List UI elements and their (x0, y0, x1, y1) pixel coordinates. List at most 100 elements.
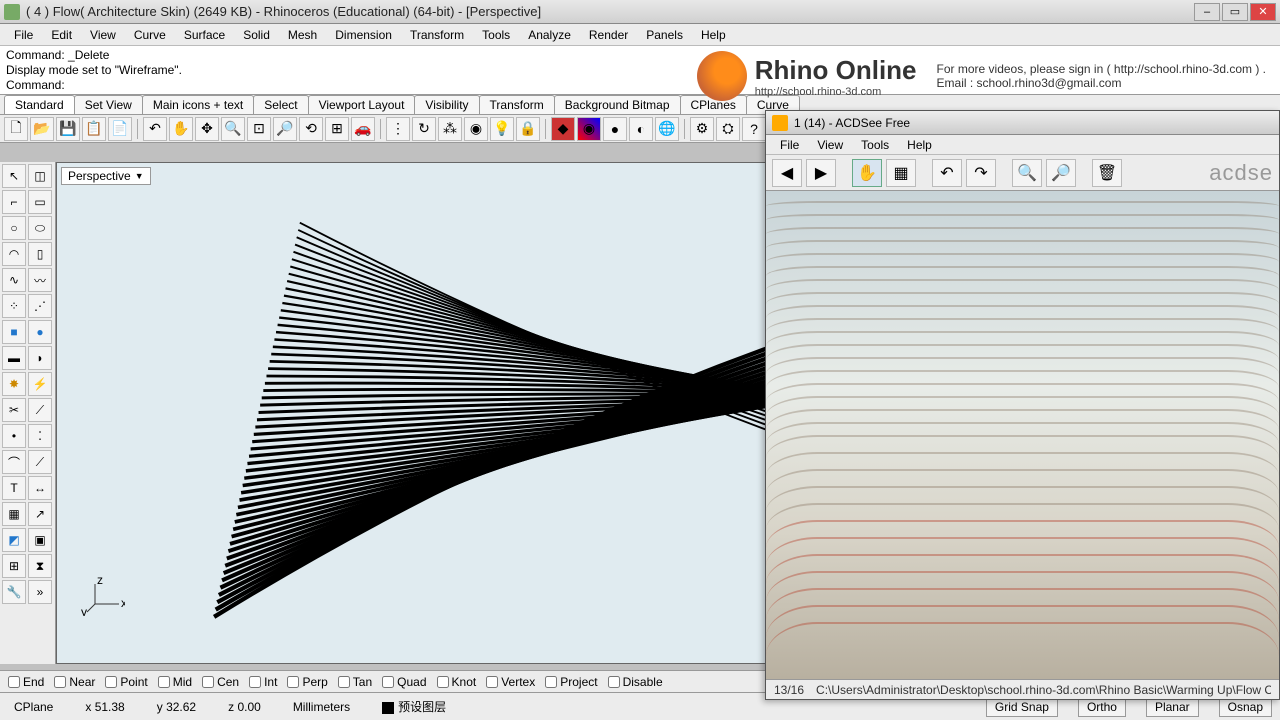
lock-icon[interactable]: 🔒 (516, 117, 540, 141)
save-icon[interactable]: 💾 (56, 117, 80, 141)
trim-icon[interactable]: ✂ (2, 398, 26, 422)
options-icon[interactable]: ⛭ (716, 117, 740, 141)
tab-standard[interactable]: Standard (4, 95, 75, 114)
close-button[interactable]: ✕ (1250, 3, 1276, 21)
osnap-project[interactable]: Project (545, 675, 597, 689)
zoom-out-icon[interactable]: 🔎 (1046, 159, 1076, 187)
menu-tools[interactable]: Tools (474, 26, 518, 44)
arc-icon[interactable]: ◠ (2, 242, 26, 266)
leader-icon[interactable]: ↗ (28, 502, 52, 526)
menu-solid[interactable]: Solid (235, 26, 278, 44)
tab-set-view[interactable]: Set View (74, 95, 143, 114)
delete-image-icon[interactable]: 🗑 (1092, 159, 1122, 187)
render-icon[interactable]: ◐ (629, 117, 653, 141)
chamfer-icon[interactable]: ⟋ (28, 450, 52, 474)
osnap-disable[interactable]: Disable (608, 675, 663, 689)
solid-box-icon[interactable]: ■ (2, 320, 26, 344)
acdsee-menu-tools[interactable]: Tools (853, 137, 897, 153)
menu-curve[interactable]: Curve (126, 26, 174, 44)
tab-transform[interactable]: Transform (479, 95, 555, 114)
zoom-extents-icon[interactable]: ⊡ (247, 117, 271, 141)
acdsee-menu-file[interactable]: File (772, 137, 807, 153)
menu-transform[interactable]: Transform (402, 26, 472, 44)
menu-surface[interactable]: Surface (176, 26, 233, 44)
ellipse-icon[interactable]: ⬭ (28, 216, 52, 240)
bulb-icon[interactable]: 💡 (490, 117, 514, 141)
polyline-icon[interactable]: ⌐ (2, 190, 26, 214)
layer-icon[interactable]: ◆ (551, 117, 575, 141)
tab-select[interactable]: Select (253, 95, 308, 114)
open-icon[interactable]: 📂 (30, 117, 54, 141)
menu-analyze[interactable]: Analyze (520, 26, 579, 44)
osnap-quad[interactable]: Quad (382, 675, 426, 689)
hand-pan-icon[interactable]: ✋ (852, 159, 882, 187)
acdsee-menu-help[interactable]: Help (899, 137, 940, 153)
lasso-icon[interactable]: ◫ (28, 164, 52, 188)
hatch-icon[interactable]: ▦ (2, 502, 26, 526)
menu-render[interactable]: Render (581, 26, 636, 44)
osnap-cen[interactable]: Cen (202, 675, 239, 689)
osnap-int[interactable]: Int (249, 675, 277, 689)
acdsee-titlebar[interactable]: 1 (14) - ACDSee Free (766, 111, 1279, 135)
grid-icon[interactable]: ⊞ (325, 117, 349, 141)
tab-main-icons[interactable]: Main icons + text (142, 95, 254, 114)
gear-icon[interactable]: ⚙ (690, 117, 714, 141)
properties-icon[interactable]: ◉ (577, 117, 601, 141)
rotate-left-icon[interactable]: ↶ (932, 159, 962, 187)
box-icon[interactable]: ▭ (28, 190, 52, 214)
pan-icon[interactable]: ✋ (169, 117, 193, 141)
acdsee-image-view[interactable] (766, 191, 1279, 679)
new-icon[interactable]: 🗋 (4, 117, 28, 141)
menu-file[interactable]: File (6, 26, 41, 44)
status-cplane[interactable]: CPlane (8, 698, 59, 716)
tab-background-bitmap[interactable]: Background Bitmap (554, 95, 681, 114)
join-icon[interactable]: ⚡ (28, 372, 52, 396)
insert-icon[interactable]: ▣ (28, 528, 52, 552)
copy-icon[interactable]: 📋 (82, 117, 106, 141)
move-icon[interactable]: ✥ (195, 117, 219, 141)
tab-viewport-layout[interactable]: Viewport Layout (308, 95, 416, 114)
rect-icon[interactable]: ▯ (28, 242, 52, 266)
more-icon[interactable]: » (28, 580, 52, 604)
globe-icon[interactable]: 🌐 (655, 117, 679, 141)
explode-icon[interactable]: ✸ (2, 372, 26, 396)
array2-icon[interactable]: ⊞ (2, 554, 26, 578)
shade-icon[interactable]: ● (603, 117, 627, 141)
block-icon[interactable]: ◩ (2, 528, 26, 552)
freeform-icon[interactable]: 〰 (28, 268, 52, 292)
acdsee-menu-view[interactable]: View (809, 137, 851, 153)
mirror-icon[interactable]: ⧗ (28, 554, 52, 578)
osnap-tan[interactable]: Tan (338, 675, 372, 689)
spiral-icon[interactable]: ◉ (464, 117, 488, 141)
pipe-icon[interactable]: ◗ (28, 346, 52, 370)
dim-icon[interactable]: ↔ (28, 476, 52, 500)
status-units[interactable]: Millimeters (287, 698, 356, 716)
rotate-right-icon[interactable]: ↷ (966, 159, 996, 187)
show-points-icon[interactable]: ⋮ (386, 117, 410, 141)
circle-icon[interactable]: ○ (2, 216, 26, 240)
tab-visibility[interactable]: Visibility (414, 95, 479, 114)
status-layer[interactable]: 预设图层 (376, 696, 452, 717)
menu-mesh[interactable]: Mesh (280, 26, 325, 44)
array-icon[interactable]: ⁂ (438, 117, 462, 141)
minimize-button[interactable]: – (1194, 3, 1220, 21)
paste-icon[interactable]: 📄 (108, 117, 132, 141)
curve-icon[interactable]: ∿ (2, 268, 26, 292)
menu-dimension[interactable]: Dimension (327, 26, 400, 44)
menu-help[interactable]: Help (693, 26, 734, 44)
zoom-in-icon[interactable]: 🔍 (1012, 159, 1042, 187)
help-icon[interactable]: ? (742, 117, 766, 141)
rotate-view-icon[interactable]: ⟲ (299, 117, 323, 141)
osnap-perp[interactable]: Perp (287, 675, 327, 689)
osnap-end[interactable]: End (8, 675, 44, 689)
points-icon[interactable]: ⁘ (2, 294, 26, 318)
dot-icon[interactable]: • (2, 424, 26, 448)
pointer-icon[interactable]: ↖ (2, 164, 26, 188)
sphere-icon[interactable]: ● (28, 320, 52, 344)
cylinder-icon[interactable]: ▬ (2, 346, 26, 370)
zoom-window-icon[interactable]: 🔍 (221, 117, 245, 141)
osnap-point[interactable]: Point (105, 675, 147, 689)
osnap-knot[interactable]: Knot (437, 675, 477, 689)
car-icon[interactable]: 🚗 (351, 117, 375, 141)
fillet-icon[interactable]: ⌒ (2, 450, 26, 474)
